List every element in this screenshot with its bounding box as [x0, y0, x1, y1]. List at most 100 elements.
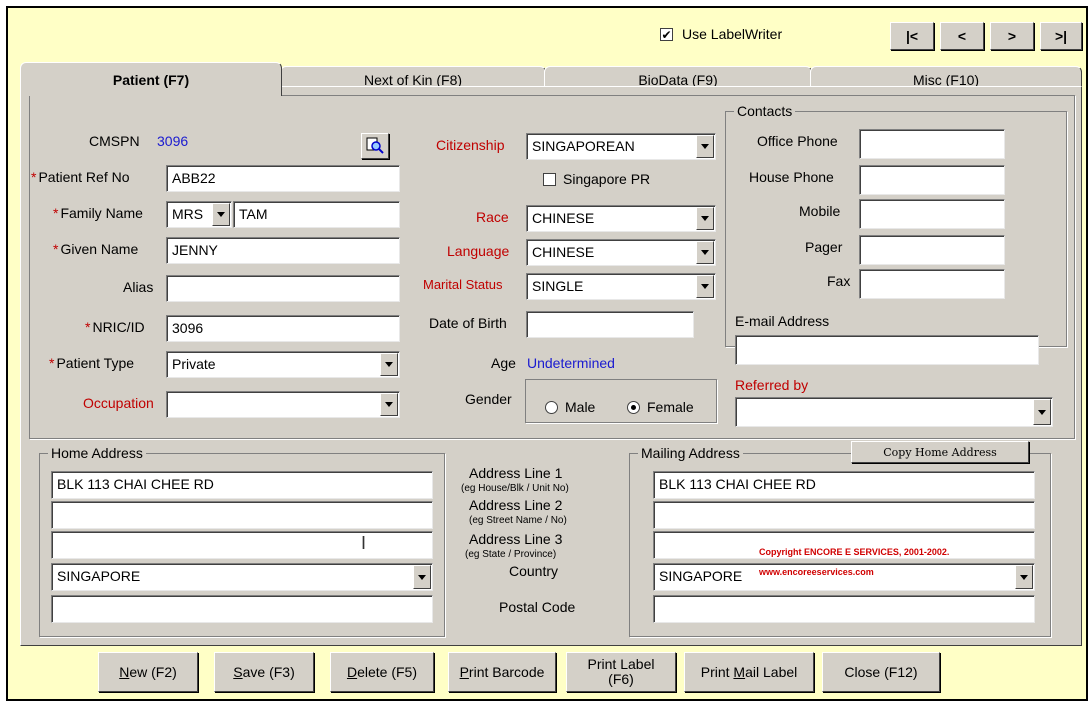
house-phone-field[interactable] — [859, 165, 1005, 195]
occupation-select[interactable] — [166, 391, 400, 418]
chevron-down-icon[interactable] — [696, 207, 714, 230]
mobile-label: Mobile — [799, 203, 841, 219]
alias-field[interactable] — [166, 275, 400, 302]
referred-by-label: Referred by — [735, 377, 809, 393]
print-label-button[interactable]: Print Label (F6) — [566, 652, 676, 692]
mailing-postal-code-field[interactable] — [653, 595, 1035, 623]
home-postal-code-field[interactable] — [51, 595, 433, 623]
house-phone-label: House Phone — [749, 169, 834, 185]
cmspn-label: CMSPN — [89, 133, 140, 149]
chevron-down-icon[interactable] — [413, 565, 431, 589]
office-phone-field[interactable] — [859, 129, 1005, 159]
mailing-address-title: Mailing Address — [638, 445, 743, 461]
family-name-label-text: Family Name — [60, 205, 143, 221]
family-name-field[interactable]: TAM — [233, 201, 400, 228]
next-record-button[interactable]: > — [990, 22, 1034, 50]
first-record-button[interactable]: |< — [890, 22, 934, 50]
mobile-field[interactable] — [859, 199, 1005, 229]
chevron-down-icon[interactable] — [380, 353, 398, 376]
use-labelwriter-label: Use LabelWriter — [682, 26, 783, 42]
pager-label: Pager — [805, 239, 843, 255]
delete-button-label: Delete (F5) — [346, 663, 418, 680]
patient-type-select[interactable]: Private — [166, 351, 400, 378]
previous-icon: < — [957, 27, 967, 44]
home-address-line1-field[interactable]: BLK 113 CHAI CHEE RD — [51, 471, 433, 499]
next-icon: > — [1007, 27, 1017, 44]
text-cursor-icon: I — [361, 533, 367, 553]
contacts-title: Contacts — [734, 103, 796, 119]
language-value: CHINESE — [532, 244, 595, 260]
patient-registration-window: ✔ Use LabelWriter |< < > >| Patient (F7)… — [6, 6, 1088, 701]
print-mail-label-button[interactable]: Print Mail Label — [684, 652, 814, 692]
chevron-down-icon[interactable] — [380, 393, 398, 416]
address-line1-label: Address Line 1 — [469, 465, 563, 481]
given-name-label: * Given Name — [53, 241, 138, 257]
alias-label: Alias — [123, 279, 154, 295]
language-select[interactable]: CHINESE — [526, 239, 716, 266]
tab-patient[interactable]: Patient (F7) — [20, 62, 282, 96]
given-name-field[interactable]: JENNY — [166, 237, 400, 264]
mailing-address-line2-field[interactable] — [653, 501, 1035, 529]
race-label: Race — [476, 209, 509, 225]
print-label-line1: Print Label — [587, 656, 655, 672]
home-address-line3-field[interactable] — [51, 531, 433, 559]
chevron-down-icon[interactable] — [1033, 399, 1051, 425]
tab-patient-label: Patient (F7) — [112, 71, 190, 88]
gender-female-radio[interactable] — [627, 401, 640, 414]
race-select[interactable]: CHINESE — [526, 205, 716, 232]
referred-by-select[interactable] — [735, 397, 1053, 427]
gender-label: Gender — [465, 391, 512, 407]
last-record-icon: >| — [1054, 27, 1068, 44]
citizenship-label: Citizenship — [436, 137, 505, 153]
salutation-value: MRS — [172, 206, 204, 222]
gender-female-label: Female — [647, 399, 694, 415]
previous-record-button[interactable]: < — [940, 22, 984, 50]
home-address-line2-field[interactable] — [51, 501, 433, 529]
country-label: Country — [509, 563, 559, 579]
chevron-down-icon[interactable] — [696, 241, 714, 264]
patient-type-label-text: Patient Type — [56, 355, 135, 371]
close-button[interactable]: Close (F12) — [822, 652, 940, 692]
delete-button[interactable]: Delete (F5) — [330, 652, 434, 692]
patient-ref-no-label-text: Patient Ref No — [38, 169, 130, 185]
language-label: Language — [447, 243, 510, 259]
chevron-down-icon[interactable] — [1015, 565, 1033, 589]
singapore-pr-label: Singapore PR — [563, 171, 651, 187]
office-phone-label: Office Phone — [757, 133, 838, 149]
salutation-select[interactable]: MRS — [166, 201, 232, 228]
last-record-button[interactable]: >| — [1040, 22, 1082, 50]
date-of-birth-field[interactable] — [526, 311, 694, 338]
gender-male-radio[interactable] — [545, 401, 558, 414]
singapore-pr-checkbox[interactable] — [543, 173, 556, 186]
chevron-down-icon[interactable] — [212, 203, 230, 226]
home-country-value: SINGAPORE — [57, 568, 141, 584]
fax-field[interactable] — [859, 269, 1005, 299]
marital-status-select[interactable]: SINGLE — [526, 273, 716, 300]
marital-status-value: SINGLE — [532, 278, 584, 294]
use-labelwriter-checkbox[interactable]: ✔ — [660, 28, 673, 41]
pager-field[interactable] — [859, 235, 1005, 265]
patient-ref-no-field[interactable]: ABB22 — [166, 165, 400, 192]
family-name-label: * Family Name — [53, 205, 143, 221]
search-patient-button[interactable] — [361, 133, 389, 159]
fax-label: Fax — [827, 273, 851, 289]
nric-label-text: NRIC/ID — [92, 319, 145, 335]
new-button[interactable]: New (F2) — [98, 652, 198, 692]
copy-home-address-button[interactable]: Copy Home Address — [851, 441, 1029, 463]
email-field[interactable] — [735, 335, 1039, 365]
mailing-address-line1-field[interactable]: BLK 113 CHAI CHEE RD — [653, 471, 1035, 499]
patient-ref-no-label: * Patient Ref No — [31, 169, 130, 185]
copyright-text: Copyright ENCORE E SERVICES, 2001-2002. — [759, 547, 950, 557]
first-record-icon: |< — [905, 27, 919, 44]
citizenship-value: SINGAPOREAN — [532, 138, 635, 154]
save-button[interactable]: Save (F3) — [214, 652, 314, 692]
checkmark-icon: ✔ — [661, 27, 672, 42]
nric-field[interactable]: 3096 — [166, 315, 400, 342]
given-name-label-text: Given Name — [60, 241, 139, 257]
chevron-down-icon[interactable] — [696, 275, 714, 298]
citizenship-select[interactable]: SINGAPOREAN — [526, 133, 716, 160]
address-line3-label: Address Line 3 — [469, 531, 563, 547]
home-country-select[interactable]: SINGAPORE — [51, 563, 433, 591]
print-barcode-button[interactable]: Print Barcode — [448, 652, 556, 692]
chevron-down-icon[interactable] — [696, 135, 714, 158]
